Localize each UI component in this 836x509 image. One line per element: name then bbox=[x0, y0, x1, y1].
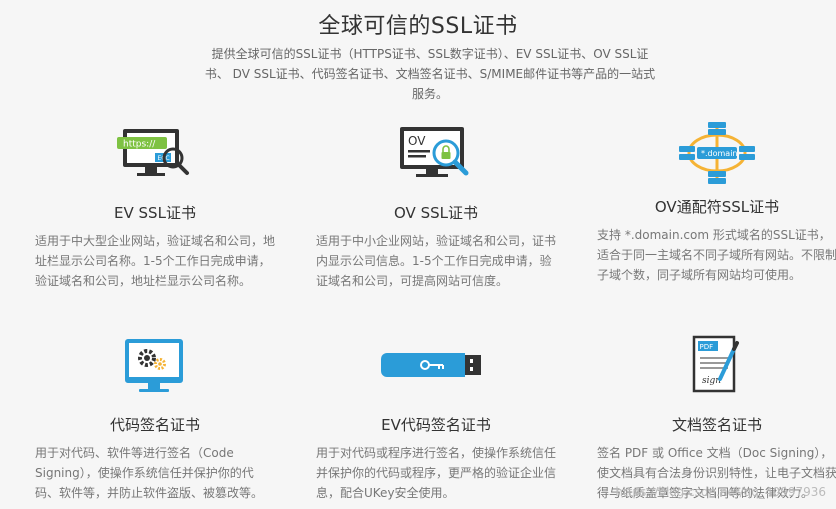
product-name[interactable]: EV SSL证书 bbox=[35, 202, 275, 223]
page-title: 全球可信的SSL证书 bbox=[318, 14, 518, 39]
intro-text: 提供全球可信的SSL证书（HTTPS证书、SSL数字证书）、EV SSL证书、O… bbox=[204, 47, 656, 101]
product-name[interactable]: 代码签名证书 bbox=[35, 414, 275, 435]
ov-label: OV bbox=[408, 134, 426, 148]
product-card-ev-code-signing[interactable]: EV代码签名证书 用于对代码或程序进行签名，使操作系统信任并保护你的代码或程序，… bbox=[316, 330, 556, 503]
product-name[interactable]: 文档签名证书 bbox=[597, 414, 836, 435]
product-card-code-signing[interactable]: 代码签名证书 用于对代码、软件等进行签名（Code Signing），使操作系统… bbox=[35, 330, 275, 503]
product-desc: 支持 *.domain.com 形式域名的SSL证书，适合于同一主域名不同子域所… bbox=[597, 228, 836, 282]
pdf-label: PDF bbox=[700, 343, 714, 351]
https-monitor-icon: https:// ECC bbox=[35, 118, 275, 188]
https-label: https:// bbox=[123, 140, 156, 150]
product-card-document-signing[interactable]: PDF sign 文档签名证书 签名 PDF 或 Office 文档（Doc S… bbox=[597, 330, 836, 503]
product-card-ov-wildcard[interactable]: *.domain OV通配符SSL证书 支持 *.domain.com 形式域名… bbox=[597, 118, 836, 285]
sign-label: sign bbox=[702, 376, 721, 386]
pdf-sign-icon: PDF sign bbox=[597, 330, 836, 400]
product-card-ev-ssl[interactable]: https:// ECC EV SSL证书 适用于中大型企业网站，验证域名和公司… bbox=[35, 118, 275, 291]
product-name[interactable]: OV通配符SSL证书 bbox=[597, 196, 836, 217]
product-name[interactable]: OV SSL证书 bbox=[316, 202, 556, 223]
product-desc: 用于对代码或程序进行签名，使操作系统信任并保护你的代码或程序，更严格的验证企业信… bbox=[316, 446, 557, 500]
product-desc: 适用于中小企业网站，验证域名和公司，证书内显示公司信息。1-5个工作日完成申请，… bbox=[316, 234, 557, 288]
ov-monitor-icon: OV bbox=[316, 118, 556, 188]
watermark: https://blog.csdn.net/qq_40997936 bbox=[615, 485, 826, 499]
code-gear-monitor-icon bbox=[35, 330, 275, 400]
product-name[interactable]: EV代码签名证书 bbox=[316, 414, 556, 435]
wildcard-domain-icon: *.domain bbox=[597, 118, 836, 188]
product-card-ov-ssl[interactable]: OV OV SSL证书 适用于中小企业网站，验证域名和公司，证书内显示公司信息。… bbox=[316, 118, 556, 291]
product-desc: 用于对代码、软件等进行签名（Code Signing），使操作系统信任并保护你的… bbox=[35, 446, 264, 500]
product-desc: 适用于中大型企业网站，验证域名和公司，地址栏显示公司名称。1-5个工作日完成申请… bbox=[35, 234, 276, 288]
domain-label: *.domain bbox=[701, 149, 738, 158]
usb-key-icon bbox=[316, 330, 556, 400]
